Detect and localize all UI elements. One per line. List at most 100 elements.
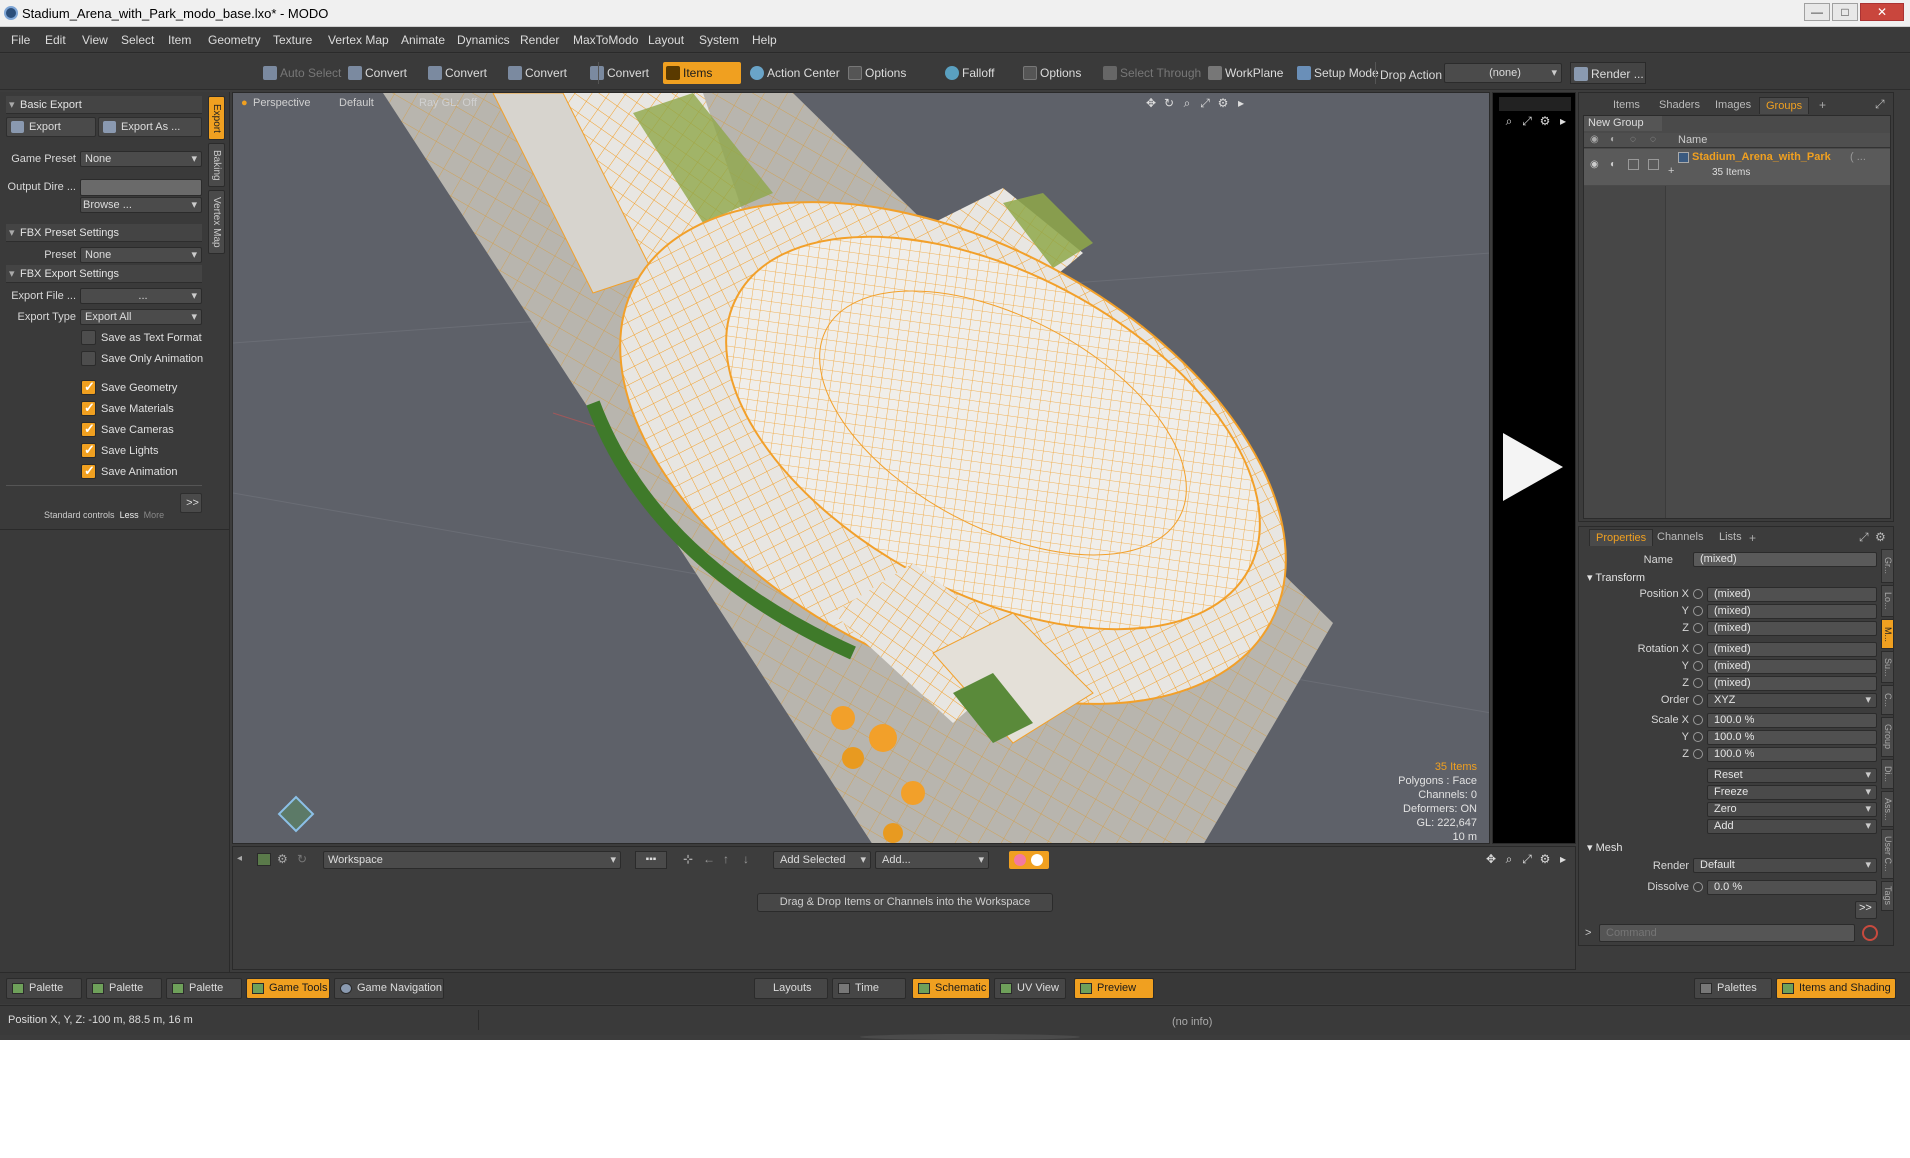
workplane-button[interactable]: WorkPlane — [1205, 62, 1283, 84]
scale-z-keyframe[interactable] — [1693, 749, 1703, 759]
position-x-keyframe[interactable] — [1693, 589, 1703, 599]
export-type-dropdown[interactable]: Export All — [80, 309, 202, 325]
side-tab-tags[interactable]: Tags — [1881, 881, 1894, 911]
convert-button-2[interactable]: Convert — [425, 62, 487, 84]
menu-file[interactable]: File — [11, 33, 30, 47]
options-button-2[interactable]: Options — [1020, 62, 1081, 84]
menu-dynamics[interactable]: Dynamics — [457, 33, 510, 47]
new-group-button[interactable]: New Group — [1584, 116, 1662, 131]
palette-button-1[interactable]: Palette — [6, 978, 82, 999]
scale-x-keyframe[interactable] — [1693, 715, 1703, 725]
add-dropdown[interactable]: Add... — [875, 851, 989, 869]
export-button[interactable]: Export — [6, 117, 96, 137]
save-animation-checkbox[interactable] — [81, 463, 96, 479]
drop-action-dropdown[interactable]: (none) — [1444, 63, 1562, 83]
fbx-preset-settings-header[interactable]: FBX Preset Settings — [6, 224, 202, 242]
menu-maxtomodo[interactable]: MaxToModo — [573, 33, 638, 47]
more-link[interactable]: More — [144, 510, 165, 520]
fit-icon[interactable]: ⤢ — [1521, 115, 1533, 127]
dissolve-field[interactable]: 0.0 % — [1707, 880, 1877, 895]
save-cameras-checkbox[interactable] — [81, 421, 96, 437]
fbx-export-settings-header[interactable]: FBX Export Settings — [6, 265, 202, 283]
freeze-dropdown[interactable]: Freeze — [1707, 785, 1877, 800]
items-and-shading-button[interactable]: Items and Shading — [1776, 978, 1896, 999]
more-options-button[interactable]: >> — [180, 493, 202, 513]
menu-animate[interactable]: Animate — [401, 33, 445, 47]
expand-panel-icon[interactable]: ⤢ — [1875, 97, 1885, 112]
play-icon[interactable] — [1503, 433, 1563, 501]
tab-groups[interactable]: Groups — [1759, 97, 1810, 114]
scale-y-field[interactable]: 100.0 % — [1707, 730, 1877, 745]
menu-select[interactable]: Select — [121, 33, 154, 47]
schematic-gear-icon[interactable]: ⚙ — [277, 852, 288, 866]
keyframe-toggle[interactable] — [1009, 851, 1049, 869]
side-tab-m[interactable]: M... — [1881, 619, 1894, 649]
minimize-button[interactable]: — — [1804, 3, 1830, 21]
workspace-dropdown[interactable]: Workspace — [323, 851, 621, 869]
preset-dropdown[interactable]: None — [80, 247, 202, 263]
scale-y-keyframe[interactable] — [1693, 732, 1703, 742]
render-button[interactable]: Render ... — [1570, 62, 1646, 84]
palettes-button[interactable]: Palettes — [1694, 978, 1772, 999]
tab-vertex-map[interactable]: Vertex Map — [208, 190, 225, 254]
zoom-icon[interactable]: ⌕ — [1503, 853, 1515, 865]
zoom-icon[interactable]: ⌕ — [1503, 115, 1515, 127]
convert-button-1[interactable]: Convert — [345, 62, 407, 84]
render-toggle-icon[interactable]: ◐ — [1610, 159, 1616, 170]
side-tab-ass[interactable]: Ass... — [1881, 791, 1894, 827]
side-tab-di[interactable]: Di... — [1881, 759, 1894, 789]
tab-export[interactable]: Export — [208, 96, 225, 140]
game-preset-dropdown[interactable]: None — [80, 151, 202, 167]
setup-mode-button[interactable]: Setup Mode — [1294, 62, 1379, 84]
position-y-field[interactable]: (mixed) — [1707, 604, 1877, 619]
scale-z-field[interactable]: 100.0 % — [1707, 747, 1877, 762]
reset-dropdown[interactable]: Reset — [1707, 768, 1877, 783]
schematic-layout-icon[interactable] — [257, 853, 271, 866]
viewport-perspective[interactable]: Perspective — [253, 97, 310, 109]
save-materials-checkbox[interactable] — [81, 400, 96, 416]
side-tab-c[interactable]: C... — [1881, 685, 1894, 715]
schematic-refresh-icon[interactable]: ↻ — [297, 852, 307, 866]
palette-button-2[interactable]: Palette — [86, 978, 162, 999]
side-tab-group[interactable]: Group — [1881, 717, 1894, 757]
menu-vertex-map[interactable]: Vertex Map — [328, 33, 389, 47]
position-z-keyframe[interactable] — [1693, 623, 1703, 633]
gear-icon[interactable]: ⚙ — [1875, 530, 1886, 544]
menu-texture[interactable]: Texture — [273, 33, 312, 47]
command-input[interactable] — [1599, 924, 1855, 942]
falloff-button[interactable]: Falloff — [942, 62, 994, 84]
viewport-style[interactable]: Default — [339, 97, 374, 109]
preview-button[interactable]: Preview — [1074, 978, 1154, 999]
add-selected-button[interactable]: Add Selected — [773, 851, 871, 869]
render-dropdown[interactable]: Default — [1693, 858, 1877, 873]
arrow-down-icon[interactable]: ↓ — [743, 852, 749, 866]
name-column-header[interactable]: Name — [1678, 134, 1707, 146]
more-properties-button[interactable]: >> — [1855, 901, 1877, 919]
eye-icon[interactable]: ◉ — [1590, 159, 1599, 170]
time-button[interactable]: Time — [832, 978, 906, 999]
viewport-menu-dot[interactable]: ● — [241, 97, 248, 109]
position-y-keyframe[interactable] — [1693, 606, 1703, 616]
lock-toggle[interactable] — [1628, 159, 1639, 170]
auto-select-button[interactable]: Auto Select — [260, 62, 341, 84]
side-tab-su[interactable]: Su... — [1881, 651, 1894, 683]
action-center-button[interactable]: Action Center — [747, 62, 840, 84]
tab-items[interactable]: Items — [1607, 97, 1646, 113]
export-as-button[interactable]: Export As ... — [98, 117, 202, 137]
rotation-x-keyframe[interactable] — [1693, 644, 1703, 654]
rotation-z-field[interactable]: (mixed) — [1707, 676, 1877, 691]
game-navigation-button[interactable]: Game Navigation — [334, 978, 444, 999]
zero-dropdown[interactable]: Zero — [1707, 802, 1877, 817]
schematic-menu-icon[interactable]: ◂ — [237, 853, 242, 864]
basic-export-header[interactable]: Basic Export — [6, 96, 202, 114]
gear-icon[interactable]: ⚙ — [1539, 115, 1551, 127]
fit-icon[interactable]: ⤢ — [1521, 853, 1533, 865]
mesh-header[interactable]: ▾ Mesh — [1587, 841, 1622, 854]
position-z-field[interactable]: (mixed) — [1707, 621, 1877, 636]
menu-render[interactable]: Render — [520, 33, 559, 47]
arrow-left-icon[interactable]: ← — [703, 852, 715, 866]
menu-edit[interactable]: Edit — [45, 33, 66, 47]
menu-geometry[interactable]: Geometry — [208, 33, 261, 47]
expand-panel-icon[interactable]: ⤢ — [1859, 530, 1869, 545]
convert-button-4[interactable]: Convert — [587, 62, 649, 84]
